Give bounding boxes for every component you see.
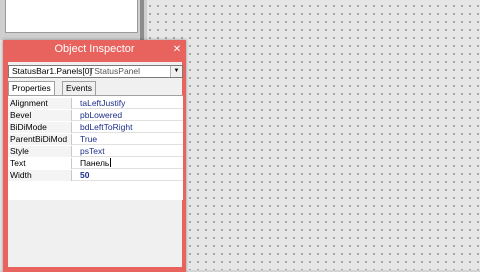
property-name: Text (8, 158, 72, 169)
property-row-width[interactable]: Width 50 (8, 170, 183, 181)
property-value[interactable]: pbLowered (80, 110, 122, 121)
inspector-content: StatusBar1.Panels[0] TStatusPanel ▼ Prop… (5, 62, 187, 272)
tab-properties[interactable]: Properties (8, 81, 55, 96)
property-grid: Alignment taLeftJustify Bevel pbLowered … (8, 95, 183, 200)
property-row-bidimode[interactable]: BiDiMode bdLeftToRight (8, 122, 183, 133)
property-row-parentbidimode[interactable]: ParentBiDiMod True (8, 134, 183, 145)
background-form-client (5, 0, 138, 33)
property-value[interactable]: bdLeftToRight (80, 122, 132, 133)
text-caret (110, 158, 112, 167)
property-row-style[interactable]: Style psText (8, 146, 183, 157)
close-icon[interactable]: ✕ (172, 45, 182, 55)
property-value-editor[interactable]: Панель (80, 158, 112, 169)
background-form-scrollbar[interactable] (140, 0, 144, 40)
property-name: Bevel (8, 110, 72, 121)
property-row-text[interactable]: Text Панель (8, 158, 183, 169)
property-name: Width (8, 170, 72, 181)
window-title: Object Inspector (54, 43, 135, 55)
property-value[interactable]: taLeftJustify (80, 98, 125, 109)
property-name: ParentBiDiMod (8, 134, 72, 145)
property-name: Style (8, 146, 72, 157)
component-type: TStatusPanel (89, 66, 141, 76)
property-value[interactable]: Панель (80, 158, 109, 168)
property-name: BiDiMode (8, 122, 72, 133)
tab-events[interactable]: Events (62, 81, 96, 95)
property-name: Alignment (8, 98, 72, 109)
property-row-bevel[interactable]: Bevel pbLowered (8, 110, 183, 121)
chevron-down-icon[interactable]: ▼ (170, 66, 182, 77)
property-value[interactable]: 50 (80, 170, 89, 181)
component-name: StatusBar1.Panels[0] (12, 66, 92, 76)
title-bar[interactable]: Object Inspector ✕ (3, 40, 186, 60)
background-form-window (0, 0, 147, 40)
component-selector-dropdown[interactable]: StatusBar1.Panels[0] TStatusPanel ▼ (8, 65, 183, 78)
property-value[interactable]: True (80, 134, 97, 145)
property-value[interactable]: psText (80, 146, 105, 157)
inspector-tabs: Properties Events (8, 81, 183, 96)
property-row-alignment[interactable]: Alignment taLeftJustify (8, 98, 183, 109)
